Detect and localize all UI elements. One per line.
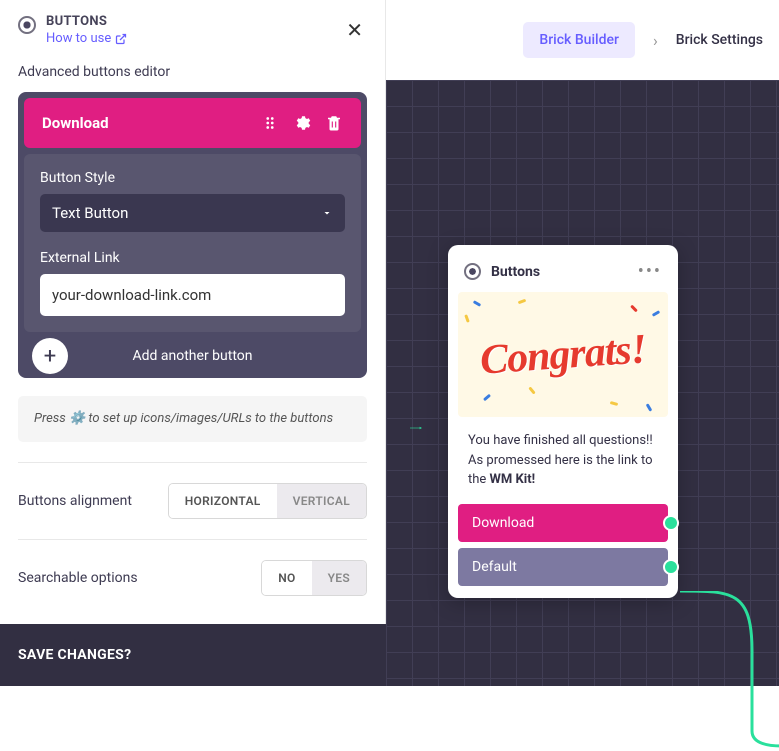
flow-handle[interactable] bbox=[663, 515, 679, 531]
preview-title: Buttons bbox=[491, 264, 638, 280]
breadcrumb-brick-settings[interactable]: Brick Settings bbox=[676, 32, 763, 48]
preview-header: Buttons ••• bbox=[458, 255, 668, 292]
alignment-row: Buttons alignment HORIZONTAL VERTICAL bbox=[0, 483, 385, 519]
preview-btn-download-label: Download bbox=[472, 515, 534, 531]
header-text: BUTTONS How to use bbox=[46, 14, 127, 46]
button-config-card: Button Style Text Button External Link bbox=[24, 154, 361, 332]
divider bbox=[18, 462, 367, 463]
more-icon[interactable]: ••• bbox=[638, 261, 662, 282]
panel-title: BUTTONS bbox=[46, 14, 127, 29]
searchable-label: Searchable options bbox=[18, 569, 148, 587]
preview-btn-default-label: Default bbox=[472, 559, 517, 575]
preview-line1: You have finished all questions!! bbox=[468, 433, 653, 448]
section-title: Advanced buttons editor bbox=[0, 56, 385, 92]
add-button-label: Add another button bbox=[133, 348, 253, 364]
preview-btn-default[interactable]: Default bbox=[458, 548, 668, 586]
brick-preview-card[interactable]: Buttons ••• Congrats! You have finished … bbox=[448, 245, 678, 598]
divider bbox=[18, 539, 367, 540]
save-question: SAVE CHANGES? bbox=[18, 647, 131, 663]
panel-body: Download Button Style Text Button Extern… bbox=[0, 92, 385, 378]
chevron-down-icon bbox=[321, 207, 333, 219]
add-button-row[interactable]: + Add another button bbox=[18, 338, 367, 378]
searchable-no[interactable]: NO bbox=[262, 561, 311, 595]
external-link-icon bbox=[115, 33, 127, 45]
flow-connector-icon bbox=[672, 591, 779, 751]
external-link-input[interactable] bbox=[40, 274, 345, 316]
incoming-arrow-icon bbox=[386, 426, 446, 430]
plus-icon: + bbox=[32, 338, 68, 374]
hint-box: Press ⚙️ to set up icons/images/URLs to … bbox=[18, 396, 367, 442]
preview-body: You have finished all questions!! As pro… bbox=[458, 417, 668, 504]
breadcrumb-separator: › bbox=[653, 31, 658, 50]
trash-icon[interactable] bbox=[325, 114, 343, 132]
button-item-label: Download bbox=[42, 114, 261, 132]
preview-bold: WM Kit! bbox=[490, 472, 536, 487]
alignment-label: Buttons alignment bbox=[18, 492, 148, 510]
breadcrumb-brick-builder[interactable]: Brick Builder bbox=[523, 22, 635, 58]
howto-link[interactable]: How to use bbox=[46, 31, 127, 46]
canvas-area: Brick Builder › Brick Settings Buttons •… bbox=[386, 0, 779, 686]
brick-type-icon bbox=[464, 263, 481, 280]
searchable-toggle: NO YES bbox=[261, 560, 367, 596]
preview-btn-download[interactable]: Download bbox=[458, 504, 668, 542]
row-actions bbox=[261, 114, 343, 132]
style-label: Button Style bbox=[40, 170, 345, 186]
button-item-row[interactable]: Download bbox=[24, 98, 361, 148]
gear-icon[interactable] bbox=[293, 114, 311, 132]
congrats-text: Congrats! bbox=[478, 325, 647, 384]
alignment-toggle: HORIZONTAL VERTICAL bbox=[168, 483, 367, 519]
flow-canvas[interactable]: Buttons ••• Congrats! You have finished … bbox=[386, 80, 779, 686]
brick-type-icon bbox=[18, 16, 36, 34]
editor-panel: BUTTONS How to use ✕ Advanced buttons ed… bbox=[0, 0, 386, 686]
preview-image: Congrats! bbox=[458, 292, 668, 417]
close-icon[interactable]: ✕ bbox=[342, 14, 367, 46]
drag-handle-icon[interactable] bbox=[261, 114, 279, 132]
buttons-editor-card: Download Button Style Text Button Extern… bbox=[18, 92, 367, 378]
searchable-yes[interactable]: YES bbox=[312, 561, 366, 595]
style-value: Text Button bbox=[52, 204, 321, 222]
style-select[interactable]: Text Button bbox=[40, 194, 345, 232]
howto-label: How to use bbox=[46, 31, 111, 46]
align-vertical[interactable]: VERTICAL bbox=[277, 484, 366, 518]
flow-handle[interactable] bbox=[663, 559, 679, 575]
link-label: External Link bbox=[40, 250, 345, 266]
breadcrumb: Brick Builder › Brick Settings bbox=[386, 0, 779, 80]
align-horizontal[interactable]: HORIZONTAL bbox=[169, 484, 277, 518]
preview-buttons: Download Default bbox=[458, 504, 668, 588]
panel-header: BUTTONS How to use ✕ bbox=[0, 0, 385, 56]
